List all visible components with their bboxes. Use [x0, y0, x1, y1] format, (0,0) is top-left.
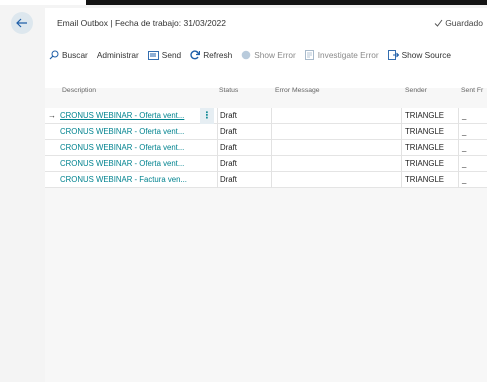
sender-cell: TRIANGLE — [401, 156, 458, 172]
sent-from-cell: _ — [458, 108, 487, 124]
action-bar: Buscar Administrar Send Refresh Show Err… — [49, 48, 460, 62]
page-panel: Email Outbox | Fecha de trabajo: 31/03/2… — [45, 8, 487, 382]
error-message-cell — [271, 124, 401, 140]
grid-header: Description Status Error Message Sender … — [45, 87, 487, 101]
description-cell[interactable]: CRONUS WEBINAR - Oferta vent... — [60, 140, 210, 156]
column-sender[interactable]: Sender — [405, 87, 427, 94]
description-cell[interactable]: CRONUS WEBINAR - Oferta vent... — [60, 156, 210, 172]
saved-status: Guardado — [434, 18, 483, 28]
page-header: Email Outbox | Fecha de trabajo: 31/03/2… — [45, 8, 487, 36]
description-cell[interactable]: CRONUS WEBINAR - Factura ven... — [60, 172, 210, 188]
source-icon — [387, 50, 399, 60]
refresh-icon — [190, 50, 201, 60]
error-message-cell — [271, 108, 401, 124]
send-button[interactable]: Send — [147, 48, 181, 62]
status-cell: Draft — [217, 172, 271, 188]
check-icon — [434, 19, 443, 27]
column-sent-from[interactable]: Sent Fr — [461, 87, 483, 94]
error-icon — [241, 50, 251, 60]
table-row[interactable]: CRONUS WEBINAR - Oferta vent... Draft TR… — [45, 156, 487, 172]
description-cell[interactable]: CRONUS WEBINAR - Oferta vent... — [60, 108, 210, 124]
column-description[interactable]: Description — [62, 87, 96, 94]
table-row[interactable]: CRONUS WEBINAR - Oferta vent... Draft TR… — [45, 124, 487, 140]
email-outbox-grid: Description Status Error Message Sender … — [45, 87, 487, 382]
back-button[interactable] — [11, 12, 33, 34]
show-error-button[interactable]: Show Error — [241, 48, 296, 62]
investigate-icon — [304, 50, 315, 60]
sent-from-cell: _ — [458, 172, 487, 188]
status-cell: Draft — [217, 108, 271, 124]
show-source-button[interactable]: Show Source — [387, 48, 451, 62]
top-bar — [0, 0, 487, 5]
page-title: Email Outbox | Fecha de trabajo: 31/03/2… — [57, 18, 227, 28]
status-cell: Draft — [217, 124, 271, 140]
saved-label: Guardado — [445, 18, 483, 28]
sender-cell: TRIANGLE — [401, 140, 458, 156]
status-cell: Draft — [217, 140, 271, 156]
error-message-cell — [271, 172, 401, 188]
table-row[interactable]: CRONUS WEBINAR - Oferta vent... Draft TR… — [45, 140, 487, 156]
status-cell: Draft — [217, 156, 271, 172]
sent-from-cell: _ — [458, 156, 487, 172]
table-row[interactable]: CRONUS WEBINAR - Factura ven... Draft TR… — [45, 172, 487, 188]
manage-button[interactable]: Administrar — [97, 48, 139, 62]
sender-cell: TRIANGLE — [401, 124, 458, 140]
refresh-button[interactable]: Refresh — [190, 48, 232, 62]
search-icon — [49, 50, 59, 60]
description-cell[interactable]: CRONUS WEBINAR - Oferta vent... — [60, 124, 210, 140]
column-error-message[interactable]: Error Message — [275, 87, 320, 94]
investigate-error-button[interactable]: Investigate Error — [304, 48, 379, 62]
row-arrow-icon: → — [48, 111, 56, 120]
sent-from-cell: _ — [458, 124, 487, 140]
sender-cell: TRIANGLE — [401, 172, 458, 188]
table-row[interactable]: → CRONUS WEBINAR - Oferta vent... ⋮ Draf… — [45, 108, 487, 124]
error-message-cell — [271, 156, 401, 172]
row-menu-button[interactable]: ⋮ — [200, 108, 214, 124]
sender-cell: TRIANGLE — [401, 108, 458, 124]
arrow-left-icon — [16, 18, 27, 28]
send-icon — [147, 50, 159, 60]
error-message-cell — [271, 140, 401, 156]
column-status[interactable]: Status — [219, 87, 238, 94]
sent-from-cell: _ — [458, 140, 487, 156]
search-button[interactable]: Buscar — [49, 48, 88, 62]
